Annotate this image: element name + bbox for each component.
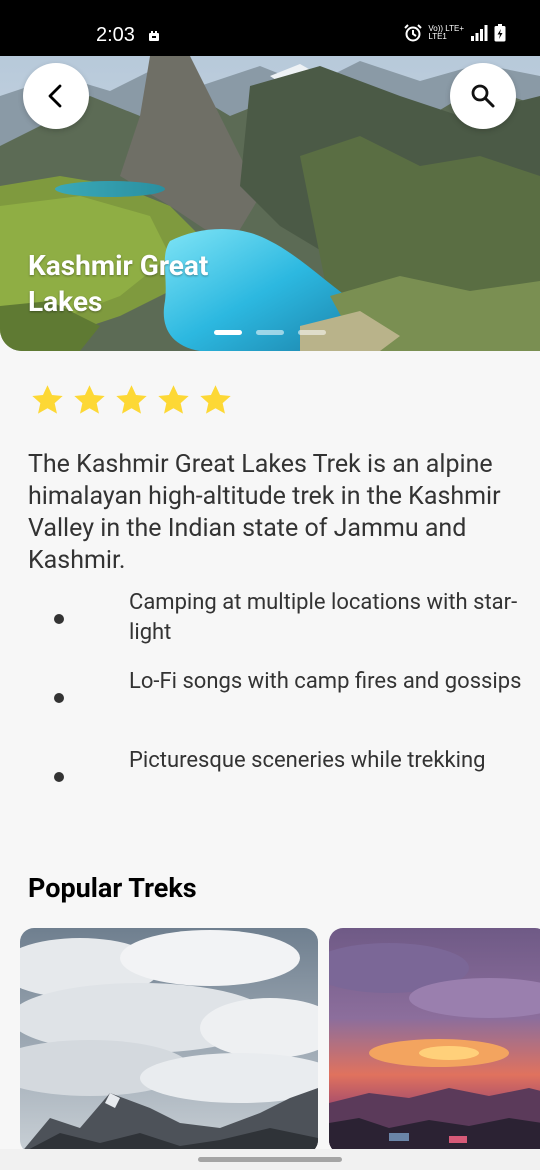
star-icon: [116, 385, 147, 414]
alarm-icon: [404, 24, 423, 42]
star-icon: [74, 385, 105, 414]
trek-card[interactable]: [20, 928, 318, 1154]
search-button[interactable]: [450, 63, 516, 129]
star-icon: [200, 385, 231, 414]
network-bottom: LTE1: [428, 32, 447, 41]
status-time: 2:03: [96, 24, 135, 46]
back-button[interactable]: [23, 63, 89, 129]
hero-title: Kashmir Great Lakes: [28, 249, 209, 318]
chevron-left-icon: [48, 84, 62, 108]
status-bar: 2:03 Vo)) LTE+ LTE1: [0, 0, 540, 56]
trek-card[interactable]: [329, 928, 540, 1154]
star-rating: [30, 383, 233, 418]
cloudy-mountain-image: [20, 928, 318, 1154]
battery-icon: [494, 24, 506, 42]
home-indicator[interactable]: [198, 1157, 342, 1162]
search-icon: [471, 84, 495, 108]
carousel-dot-2[interactable]: [256, 330, 284, 335]
highlight-text: Picturesque sceneries while trekking: [129, 748, 486, 773]
bullet-icon: [54, 693, 64, 703]
highlight-text: Lo-Fi songs with camp fires and gossips: [129, 669, 522, 694]
carousel-dot-3[interactable]: [298, 330, 326, 335]
list-item: Camping at multiple locations with star-…: [0, 588, 540, 667]
highlights-list: Camping at multiple locations with star-…: [0, 588, 540, 825]
star-icon: [158, 385, 189, 414]
list-item: Lo-Fi songs with camp fires and gossips: [0, 667, 540, 746]
carousel-dot-1[interactable]: [214, 330, 242, 335]
list-item: Picturesque sceneries while trekking: [0, 746, 540, 825]
navigation-bar: [0, 1149, 540, 1170]
bullet-icon: [54, 772, 64, 782]
trek-description: The Kashmir Great Lakes Trek is an alpin…: [28, 450, 501, 575]
network-label: Vo)) LTE+ LTE1: [428, 25, 464, 41]
sunset-mountain-image: [329, 928, 540, 1154]
notification-icon: [149, 31, 159, 41]
highlight-text: Camping at multiple locations with star-…: [129, 590, 518, 645]
bullet-icon: [54, 614, 64, 624]
popular-treks-heading: Popular Treks: [28, 872, 197, 904]
star-icon: [32, 385, 63, 414]
status-indicators: Vo)) LTE+ LTE1: [404, 24, 506, 42]
signal-icon: [471, 25, 488, 41]
carousel-indicator: [214, 330, 326, 335]
